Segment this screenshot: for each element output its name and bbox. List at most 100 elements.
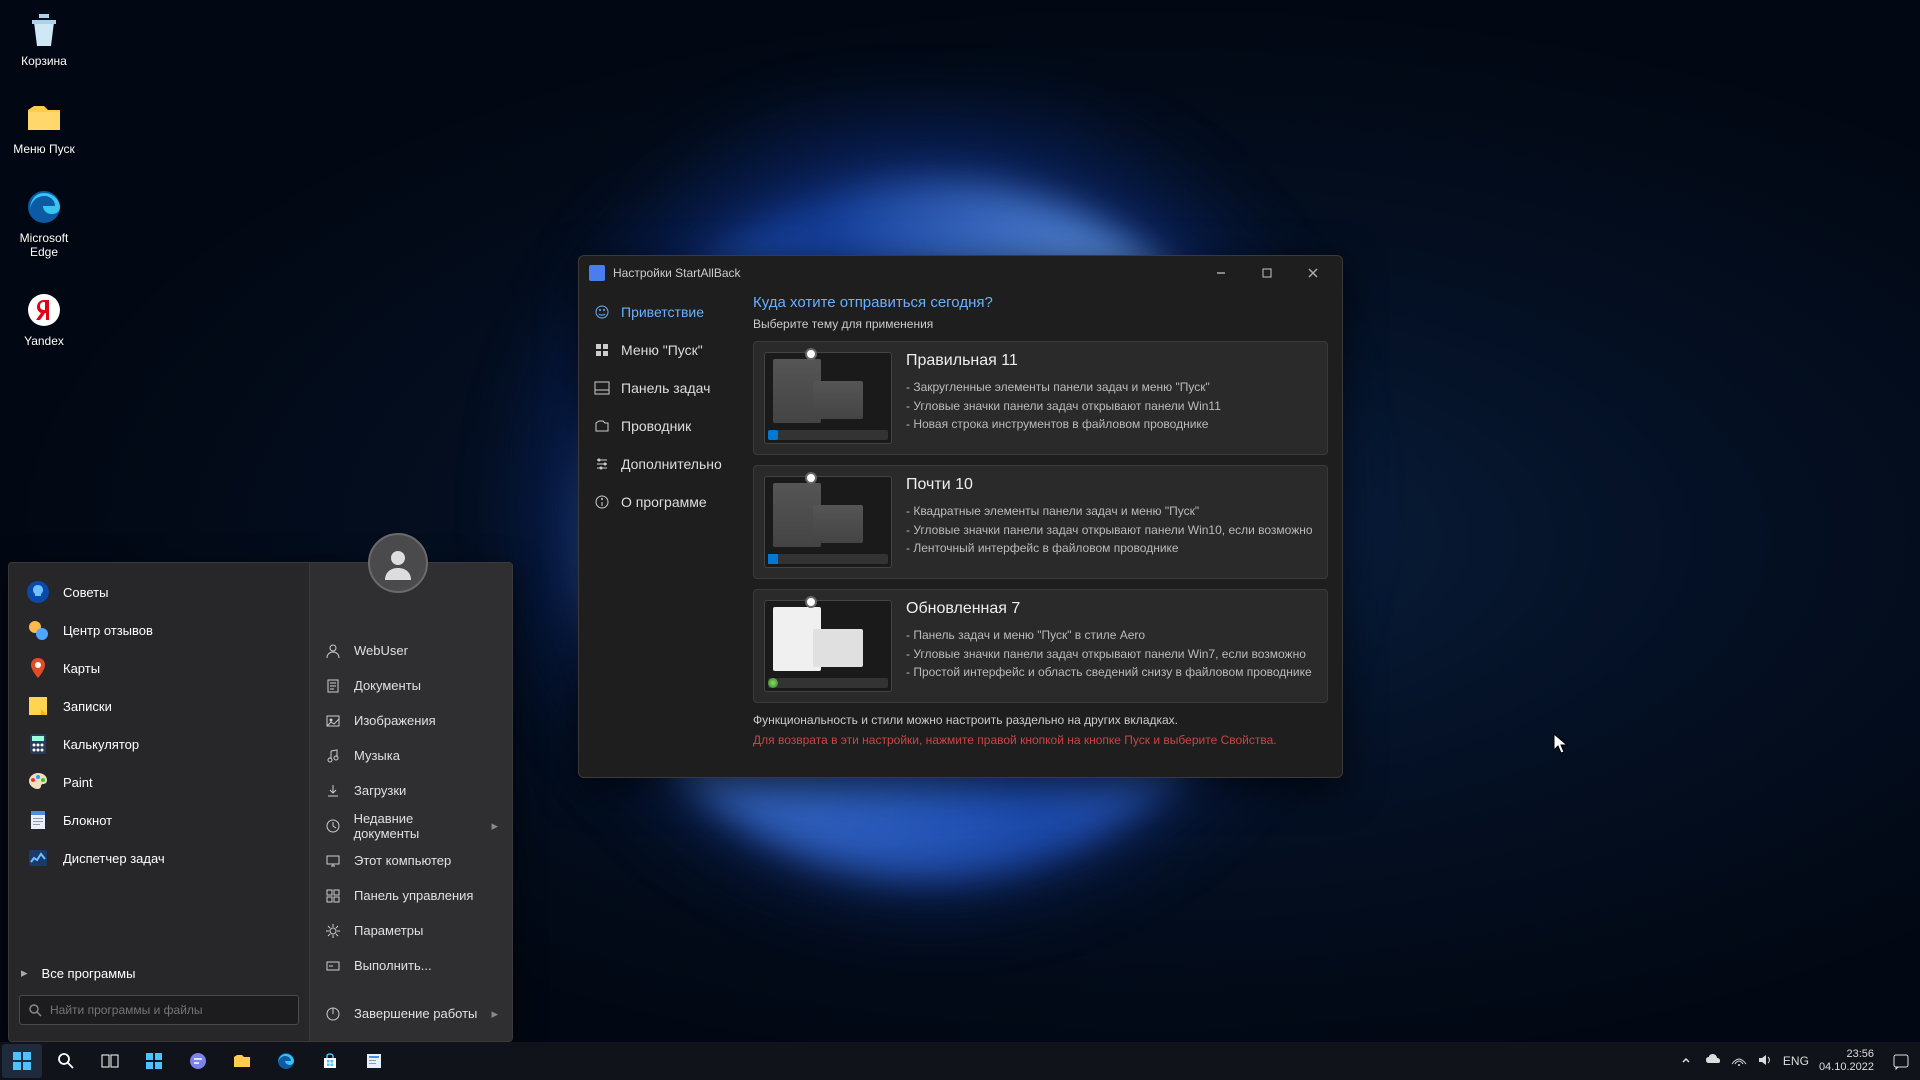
desktop-icon-label: Меню Пуск <box>13 142 75 156</box>
startallback-button[interactable] <box>354 1044 394 1078</box>
nav-about[interactable]: О программе <box>585 484 733 520</box>
app-label: Карты <box>63 661 100 676</box>
taskview-button[interactable] <box>90 1044 130 1078</box>
taskbar-icon <box>593 379 611 397</box>
start-app-maps[interactable]: Карты <box>17 649 309 687</box>
run-icon <box>324 957 342 975</box>
start-app-notes[interactable]: Записки <box>17 687 309 725</box>
yandex-icon <box>22 288 66 332</box>
tray-onedrive[interactable] <box>1705 1053 1721 1069</box>
sm-computer[interactable]: Этот компьютер <box>310 843 512 878</box>
item-label: Музыка <box>354 748 400 763</box>
all-programs[interactable]: ▸ Все программы <box>9 957 309 989</box>
smile-icon <box>593 303 611 321</box>
folder-icon <box>22 96 66 140</box>
minimize-button[interactable] <box>1198 256 1244 290</box>
sm-settings[interactable]: Параметры <box>310 913 512 948</box>
sm-control-panel[interactable]: Панель управления <box>310 878 512 913</box>
user-avatar[interactable] <box>368 533 428 593</box>
sm-images[interactable]: Изображения <box>310 703 512 738</box>
tray-overflow[interactable] <box>1679 1053 1695 1069</box>
start-app-taskmgr[interactable]: Диспетчер задач <box>17 839 309 877</box>
app-label: Калькулятор <box>63 737 139 752</box>
window-titlebar[interactable]: Настройки StartAllBack <box>579 256 1342 290</box>
nav-welcome[interactable]: Приветствие <box>585 294 733 330</box>
start-app-feedback[interactable]: Центр отзывов <box>17 611 309 649</box>
search-button[interactable] <box>46 1044 86 1078</box>
store-button[interactable] <box>310 1044 350 1078</box>
mouse-cursor <box>1553 733 1569 755</box>
sm-shutdown[interactable]: Завершение работы▸ <box>310 996 512 1031</box>
nav-advanced[interactable]: Дополнительно <box>585 446 733 482</box>
user-icon <box>324 642 342 660</box>
widgets-icon <box>144 1051 164 1071</box>
item-label: Недавние документы <box>354 811 480 841</box>
clock-date: 04.10.2022 <box>1819 1061 1874 1074</box>
nav-explorer[interactable]: Проводник <box>585 408 733 444</box>
close-button[interactable] <box>1290 256 1336 290</box>
startallback-window: Настройки StartAllBack Приветствие Меню … <box>578 255 1343 778</box>
notifications-button[interactable] <box>1888 1044 1914 1078</box>
chevron-right-icon: ▸ <box>21 965 28 981</box>
chat-icon <box>188 1051 208 1071</box>
gear-icon <box>324 922 342 940</box>
footer-warning: Для возврата в эти настройки, нажмите пр… <box>753 733 1328 747</box>
desktop-icon-yandex[interactable]: Yandex <box>8 288 80 348</box>
taskmgr-icon <box>25 845 51 871</box>
sm-run[interactable]: Выполнить... <box>310 948 512 983</box>
explorer-button[interactable] <box>222 1044 262 1078</box>
nav-taskbar[interactable]: Панель задач <box>585 370 733 406</box>
desktop-icon-label: Microsoft Edge <box>8 231 80 260</box>
widgets-button[interactable] <box>134 1044 174 1078</box>
app-label: Центр отзывов <box>63 623 153 638</box>
app-label: Блокнот <box>63 813 112 828</box>
theme-remastered7[interactable]: Обновленная 7 - Панель задач и меню "Пус… <box>753 589 1328 703</box>
chat-button[interactable] <box>178 1044 218 1078</box>
sm-user[interactable]: WebUser <box>310 633 512 668</box>
store-icon <box>320 1051 340 1071</box>
chevron-right-icon: ▸ <box>491 1006 498 1022</box>
tips-icon <box>25 579 51 605</box>
taskbar: ENG 23:56 04.10.2022 <box>0 1042 1920 1080</box>
theme-kinda10[interactable]: Почти 10 - Квадратные элементы панели за… <box>753 465 1328 579</box>
page-heading: Куда хотите отправиться сегодня? <box>753 294 1328 311</box>
downloads-icon <box>324 782 342 800</box>
search-icon <box>56 1051 76 1071</box>
clock-time: 23:56 <box>1819 1048 1874 1061</box>
desktop-icon-start-folder[interactable]: Меню Пуск <box>8 96 80 156</box>
sm-music[interactable]: Музыка <box>310 738 512 773</box>
edge-button[interactable] <box>266 1044 306 1078</box>
start-search-input[interactable] <box>50 1003 290 1017</box>
person-icon <box>381 546 415 580</box>
maximize-button[interactable] <box>1244 256 1290 290</box>
chevron-right-icon: ▸ <box>491 818 498 834</box>
nav-startmenu[interactable]: Меню "Пуск" <box>585 332 733 368</box>
start-search[interactable] <box>19 995 299 1025</box>
language-indicator[interactable]: ENG <box>1783 1054 1809 1068</box>
tray-volume[interactable] <box>1757 1053 1773 1069</box>
sm-documents[interactable]: Документы <box>310 668 512 703</box>
sm-recent[interactable]: Недавние документы ▸ <box>310 808 512 843</box>
item-label: WebUser <box>354 643 408 658</box>
start-button[interactable] <box>2 1044 42 1078</box>
tray-network[interactable] <box>1731 1053 1747 1069</box>
sm-downloads[interactable]: Загрузки <box>310 773 512 808</box>
theme-title: Обновленная 7 <box>906 600 1317 618</box>
start-app-notepad[interactable]: Блокнот <box>17 801 309 839</box>
start-app-calc[interactable]: Калькулятор <box>17 725 309 763</box>
start-app-tips[interactable]: Советы <box>17 573 309 611</box>
start-app-paint[interactable]: Paint <box>17 763 309 801</box>
notification-icon <box>1892 1052 1910 1070</box>
recycle-bin-icon <box>22 8 66 52</box>
item-label: Выполнить... <box>354 958 432 973</box>
feedback-icon <box>25 617 51 643</box>
desktop-icon-recycle-bin[interactable]: Корзина <box>8 8 80 68</box>
sab-sidebar: Приветствие Меню "Пуск" Панель задач Про… <box>579 290 739 777</box>
nav-label: Меню "Пуск" <box>621 342 703 358</box>
info-icon <box>593 493 611 511</box>
taskbar-clock[interactable]: 23:56 04.10.2022 <box>1819 1048 1878 1073</box>
desktop-icon-label: Корзина <box>21 54 67 68</box>
desktop-icon-edge[interactable]: Microsoft Edge <box>8 185 80 260</box>
theme-proper11[interactable]: Правильная 11 - Закругленные элементы па… <box>753 341 1328 455</box>
recent-icon <box>324 817 342 835</box>
